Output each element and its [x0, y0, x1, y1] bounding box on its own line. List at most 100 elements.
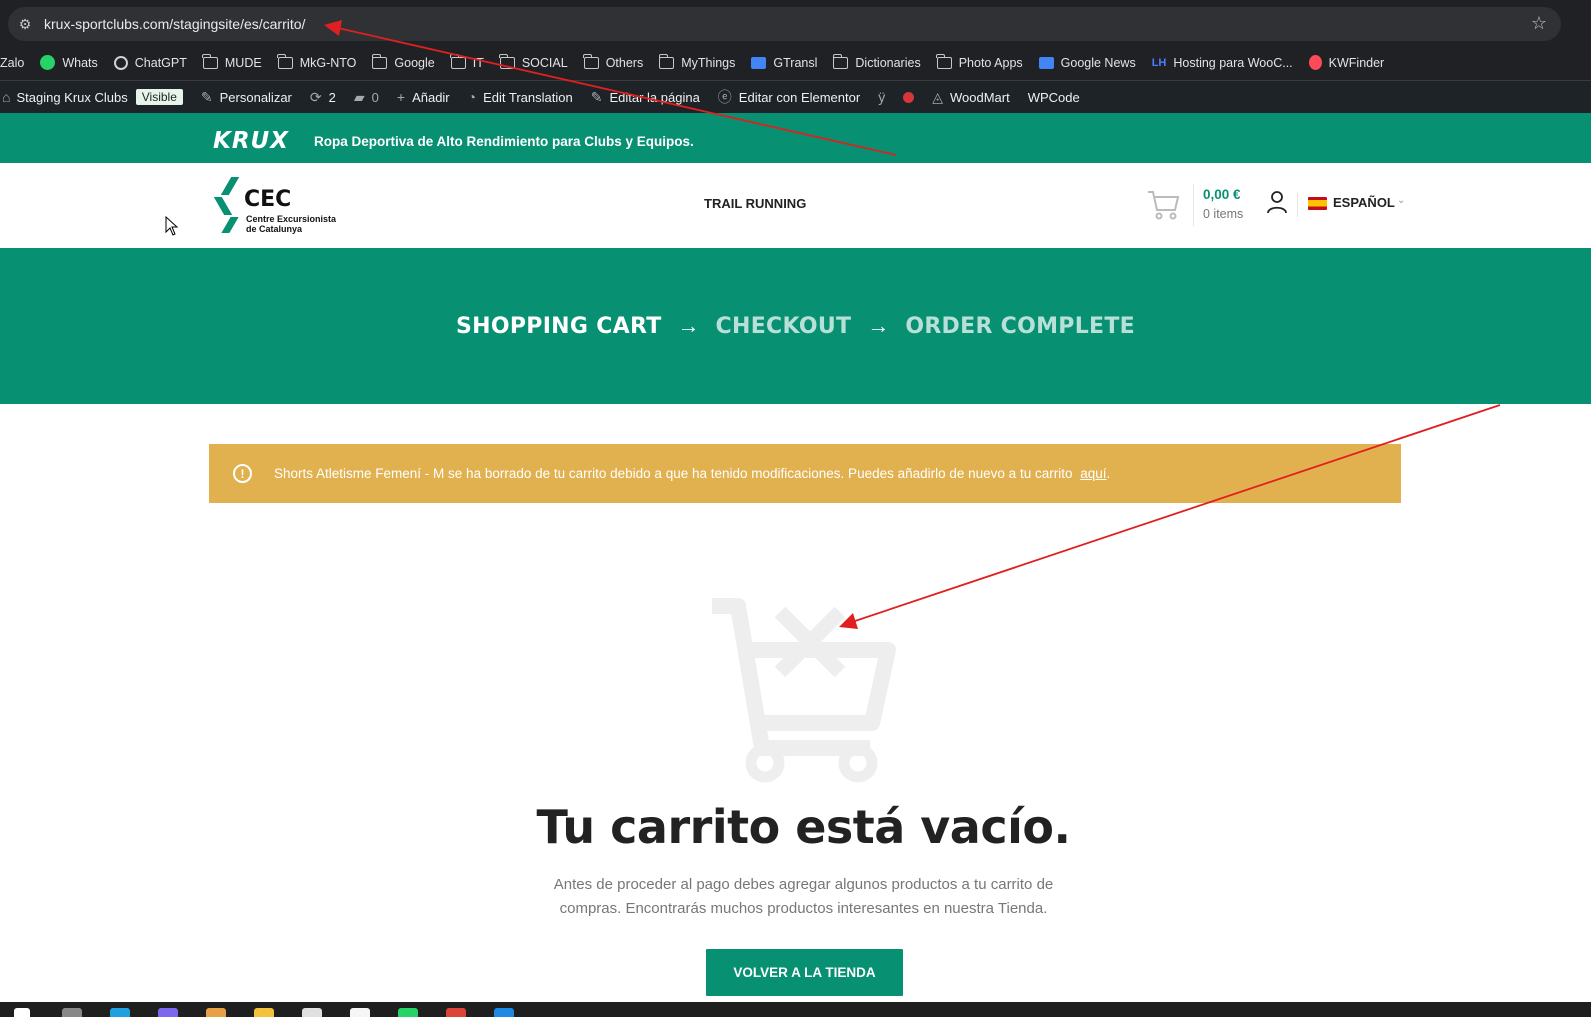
omnibox[interactable]: ⚙ krux-sportclubs.com/stagingsite/es/car…: [8, 7, 1561, 41]
cart-notice: ! Shorts Atletisme Femení - M se ha borr…: [209, 444, 1401, 503]
refresh-icon: ⟳: [309, 88, 322, 105]
topbar-tagline: Ropa Deportiva de Alto Rendimiento para …: [314, 134, 694, 149]
folder-icon: [450, 53, 466, 69]
taskbar-app-icon[interactable]: [158, 1008, 178, 1017]
taskbar-app-icon[interactable]: [350, 1008, 370, 1017]
krux-logo[interactable]: KRUX: [213, 130, 289, 153]
vscode-icon[interactable]: [494, 1008, 514, 1017]
language-switcher[interactable]: ESPAÑOL: [1333, 195, 1395, 210]
bookmark-item[interactable]: MUDE: [202, 53, 262, 70]
notice-trailing: .: [1106, 466, 1111, 481]
notice-message: Shorts Atletisme Femení - M se ha borrad…: [274, 466, 1110, 481]
wp-edit-translation-label: Edit Translation: [483, 89, 573, 105]
chevron-down-icon[interactable]: ⌄: [1397, 195, 1405, 206]
yoast-icon: ÿ: [878, 89, 886, 105]
bookmark-item[interactable]: KWFinder: [1308, 55, 1385, 70]
browser-address-row: ⚙ krux-sportclubs.com/stagingsite/es/car…: [0, 0, 1591, 45]
bookmark-item[interactable]: Others: [583, 53, 644, 70]
elementor-icon: ⓔ: [717, 89, 732, 105]
wp-comments[interactable]: ▰ 0: [354, 89, 379, 106]
cec-logo-subtitle: Centre Excursionista de Catalunya: [246, 214, 336, 234]
bookmark-label: GTransl: [773, 55, 818, 70]
url-text[interactable]: krux-sportclubs.com/stagingsite/es/carri…: [44, 16, 305, 32]
translate-icon: ◔: [467, 89, 477, 105]
cec-logo-line2: de Catalunya: [246, 224, 303, 234]
taskbar-app-icon[interactable]: [302, 1008, 322, 1017]
header-divider: [1193, 184, 1194, 226]
notice-link-aqui[interactable]: aquí: [1080, 466, 1106, 481]
folder-icon: [202, 53, 218, 69]
wp-yoast[interactable]: ÿ: [878, 89, 885, 105]
arrow-right-icon: →: [677, 313, 700, 338]
bookmark-item[interactable]: GTransl: [751, 56, 817, 70]
wp-site-name-label: Staging Krux Clubs: [16, 89, 128, 105]
cec-mark-icon: [213, 177, 242, 235]
bookmark-label: Whats: [62, 55, 98, 70]
translate-icon: [751, 56, 767, 69]
bookmark-item[interactable]: IT: [450, 53, 484, 70]
wp-woodmart-label: WoodMart: [949, 89, 1010, 105]
seo-status-dot-icon[interactable]: [903, 91, 915, 103]
bookmark-item[interactable]: LH Hosting para WooC...: [1152, 56, 1293, 70]
folder-icon: [277, 53, 293, 69]
wp-customize[interactable]: ✎ Personalizar: [201, 89, 292, 106]
bookmark-label: MyThings: [681, 55, 736, 70]
wp-comments-count: 0: [371, 89, 379, 105]
user-account-icon[interactable]: [1266, 190, 1288, 214]
bookmark-item[interactable]: ChatGPT: [113, 55, 187, 70]
bookmark-item[interactable]: MkG-NTO: [277, 53, 356, 70]
arrow-right-icon: →: [867, 313, 890, 338]
bookmark-item[interactable]: Google News: [1038, 56, 1136, 70]
brush-icon: ✎: [200, 88, 213, 105]
bookmark-item[interactable]: Photo Apps: [936, 53, 1023, 70]
wp-edit-translation[interactable]: ◔ Edit Translation: [468, 89, 573, 105]
file-explorer-icon[interactable]: [254, 1008, 274, 1017]
step-checkout[interactable]: CHECKOUT: [716, 314, 852, 339]
edge-icon[interactable]: [110, 1008, 130, 1017]
lh-icon: LH: [1151, 56, 1167, 69]
bookmark-item[interactable]: MyThings: [658, 53, 736, 70]
wp-updates-count: 2: [328, 89, 336, 105]
taskbar-app-icon[interactable]: [62, 1008, 82, 1017]
wp-woodmart[interactable]: ◬ WoodMart: [932, 89, 1010, 106]
cart-total: 0,00 €: [1203, 187, 1241, 202]
wp-add-new[interactable]: + Añadir: [397, 89, 450, 105]
nav-trail-running[interactable]: TRAIL RUNNING: [704, 196, 806, 211]
bookmark-item[interactable]: Zalo: [0, 56, 24, 70]
bookmark-item[interactable]: Dictionaries: [832, 53, 921, 70]
chrome-icon[interactable]: [446, 1008, 466, 1017]
wp-admin-bar: ⌂ Staging Krux Clubs Visible ✎ Personali…: [0, 81, 1591, 113]
cec-logo-text: CEC: [244, 187, 292, 212]
wp-wpcode[interactable]: WPCode: [1028, 90, 1080, 105]
header-cart[interactable]: 0,00 € 0 items: [1147, 181, 1247, 231]
folder-icon: [832, 53, 849, 69]
bookmark-label: Others: [605, 55, 644, 70]
bookmark-label: KWFinder: [1328, 55, 1385, 70]
wp-updates[interactable]: ⟳ 2: [310, 89, 336, 106]
news-icon: [1038, 56, 1054, 69]
wp-edit-page[interactable]: ✎ Editar la página: [591, 89, 700, 106]
taskbar-app-icon[interactable]: [206, 1008, 226, 1017]
kwfinder-icon: [1308, 55, 1322, 70]
info-icon: !: [233, 464, 252, 483]
step-shopping-cart[interactable]: SHOPPING CART: [456, 314, 662, 339]
checkout-steps: SHOPPING CART → CHECKOUT → ORDER COMPLET…: [0, 248, 1591, 404]
site-settings-icon[interactable]: ⚙: [8, 16, 42, 33]
wp-site-name[interactable]: ⌂ Staging Krux Clubs Visible: [2, 89, 183, 105]
back-to-shop-button[interactable]: VOLVER A LA TIENDA: [706, 949, 903, 996]
bookmark-label: MUDE: [224, 55, 262, 70]
woodmart-icon: ◬: [932, 88, 943, 105]
step-order-complete: ORDER COMPLETE: [905, 313, 1135, 339]
mouse-cursor-icon: [165, 216, 179, 236]
bookmark-label: Photo Apps: [958, 55, 1023, 70]
header-divider: [1297, 193, 1298, 217]
bookmark-item[interactable]: SOCIAL: [499, 53, 568, 70]
bookmark-item[interactable]: Whats: [40, 55, 98, 70]
start-icon[interactable]: [14, 1008, 30, 1017]
wp-edit-elementor[interactable]: ⓔ Editar con Elementor: [718, 87, 860, 107]
comment-icon: ▰: [353, 88, 365, 105]
whatsapp-icon[interactable]: [398, 1008, 418, 1017]
cec-logo[interactable]: CEC Centre Excursionista de Catalunya: [213, 177, 356, 237]
bookmark-star-icon[interactable]: ☆: [1531, 13, 1547, 34]
bookmark-item[interactable]: Google: [371, 53, 435, 70]
